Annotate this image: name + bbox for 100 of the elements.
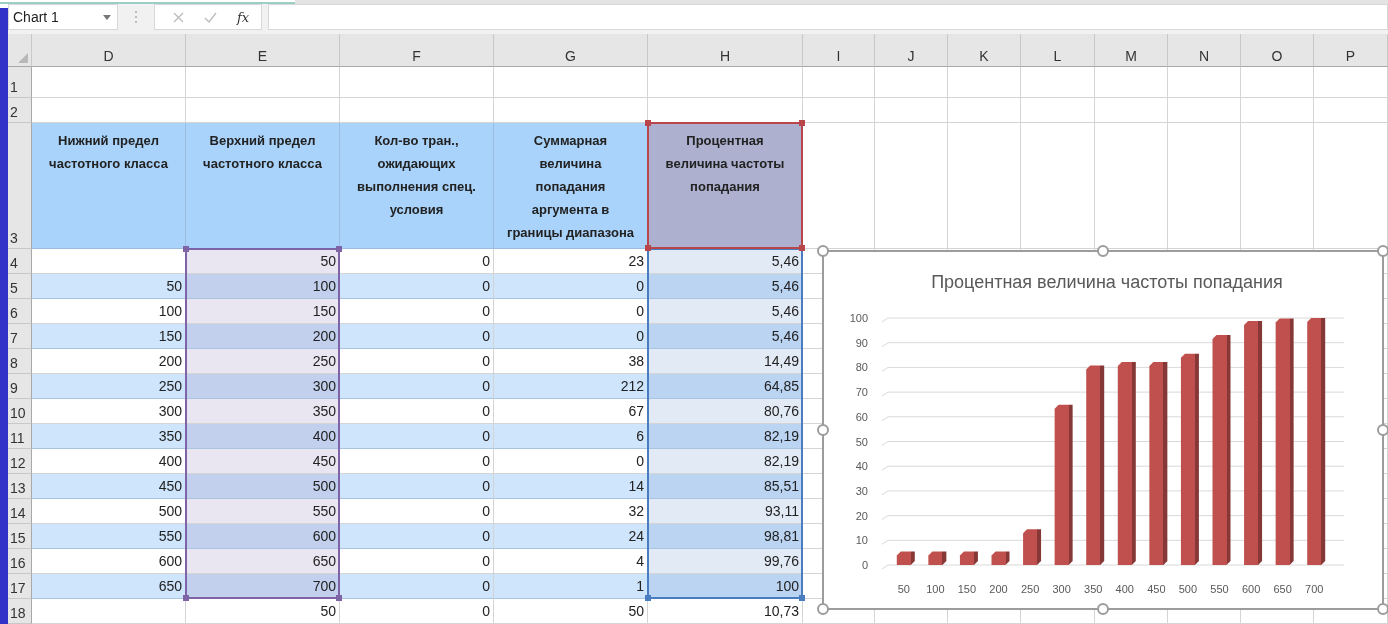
column-header[interactable]: O [1241, 34, 1314, 67]
table-cell: 300 [186, 374, 340, 399]
name-box[interactable]: Chart 1 [8, 4, 118, 30]
table-cell: 5,46 [648, 324, 803, 349]
table-cell: 212 [494, 374, 648, 399]
cancel-icon[interactable] [173, 11, 184, 23]
range-handle[interactable] [645, 245, 651, 251]
column-header[interactable]: H [648, 34, 803, 67]
axis-tick-label: 10 [855, 534, 868, 547]
bar [991, 551, 1010, 565]
axis-tick-label: 60 [855, 410, 868, 423]
dots-icon[interactable] [134, 9, 138, 25]
table-cell: 82,19 [648, 424, 803, 449]
column-header[interactable]: I [803, 34, 875, 67]
row-header[interactable]: 9 [8, 374, 32, 399]
table-cell: 350 [32, 424, 186, 449]
range-handle[interactable] [645, 595, 651, 601]
column-header[interactable]: G [494, 34, 648, 67]
row-header[interactable]: 6 [8, 299, 32, 324]
table-cell: 0 [340, 549, 494, 574]
resize-handle[interactable] [1377, 424, 1388, 436]
table-cell: 14,49 [648, 349, 803, 374]
table-cell: 93,11 [648, 499, 803, 524]
axis-tick-label: 400 [1115, 583, 1134, 595]
table-cell: 500 [186, 474, 340, 499]
column-header[interactable]: F [340, 34, 494, 67]
column-header[interactable]: N [1168, 34, 1241, 67]
axis-tick-label: 0 [861, 559, 868, 571]
row-header[interactable]: 16 [8, 549, 32, 574]
range-handle[interactable] [799, 245, 805, 251]
header-cell: Кол-во тран., ожидающих выполнения спец. условия [340, 123, 494, 249]
column-header[interactable]: D [32, 34, 186, 67]
table-cell [803, 67, 875, 98]
bar [1023, 529, 1042, 565]
range-handle[interactable] [336, 595, 342, 601]
row-header[interactable]: 18 [8, 599, 32, 624]
column-header[interactable]: J [875, 34, 948, 67]
table-cell: 0 [340, 474, 494, 499]
row-header[interactable]: 11 [8, 424, 32, 449]
formula-input[interactable] [268, 4, 1388, 30]
chart-frame[interactable]: Процентная величина частоты попадания 0 10 20 30 40 50 60 70 80 90 100 50 100 150 200 250 300 350 400 450 500 550 600 650 700 [822, 250, 1384, 610]
table-cell: 0 [340, 599, 494, 624]
table-cell: 0 [340, 274, 494, 299]
axis-tick-label: 300 [1052, 583, 1071, 595]
table-cell: 100 [186, 274, 340, 299]
axis-tick-label: 700 [1305, 583, 1324, 595]
column-header[interactable]: P [1314, 34, 1388, 67]
axis-tick-label: 600 [1241, 583, 1261, 595]
table-cell: 24 [494, 524, 648, 549]
resize-handle[interactable] [817, 245, 829, 257]
table-cell: 0 [340, 499, 494, 524]
resize-handle[interactable] [1377, 603, 1388, 615]
column-header[interactable]: K [948, 34, 1021, 67]
table-cell: 50 [494, 599, 648, 624]
table-cell: 350 [186, 399, 340, 424]
row-header[interactable]: 5 [8, 274, 32, 299]
row-header[interactable]: 17 [8, 574, 32, 599]
range-handle[interactable] [183, 246, 189, 252]
row-header[interactable]: 3 [8, 123, 32, 249]
table-cell: 0 [340, 249, 494, 274]
table-cell: 400 [186, 424, 340, 449]
row-header[interactable]: 7 [8, 324, 32, 349]
table-cell: 0 [340, 449, 494, 474]
range-handle[interactable] [799, 120, 805, 126]
row-header[interactable]: 4 [8, 249, 32, 274]
table-cell: 0 [494, 274, 648, 299]
resize-handle[interactable] [1097, 245, 1109, 257]
dropdown-caret-icon[interactable] [103, 14, 111, 20]
row-header[interactable]: 8 [8, 349, 32, 374]
column-header[interactable]: M [1095, 34, 1168, 67]
table-cell: 10,73 [648, 599, 803, 624]
check-icon[interactable] [204, 11, 217, 23]
row-header[interactable]: 2 [8, 98, 32, 123]
resize-handle[interactable] [817, 603, 829, 615]
column-header[interactable]: E [186, 34, 340, 67]
row-header[interactable]: 1 [8, 67, 32, 98]
axis-tick-label: 20 [855, 509, 868, 522]
table-cell: 450 [186, 449, 340, 474]
insert-function-button[interactable]: fx [237, 9, 250, 25]
header-cell: Нижний предел частотного класса [32, 123, 186, 249]
row-header[interactable]: 15 [8, 524, 32, 549]
range-handle[interactable] [799, 595, 805, 601]
corner-triangle-icon[interactable] [18, 53, 28, 63]
select-all-button[interactable] [8, 34, 32, 67]
table-cell: 450 [32, 474, 186, 499]
row-header[interactable]: 13 [8, 474, 32, 499]
table-cell: 650 [186, 549, 340, 574]
axis-tick-label: 250 [1020, 583, 1040, 595]
row-header[interactable]: 14 [8, 499, 32, 524]
range-handle[interactable] [645, 120, 651, 126]
table-cell: 98,81 [648, 524, 803, 549]
column-header[interactable]: L [1021, 34, 1095, 67]
axis-tick-label: 200 [989, 583, 1008, 595]
resize-handle[interactable] [1377, 245, 1388, 257]
range-handle[interactable] [336, 246, 342, 252]
row-header[interactable]: 12 [8, 449, 32, 474]
axis-tick-label: 450 [1147, 583, 1166, 595]
range-handle[interactable] [183, 595, 189, 601]
row-header[interactable]: 10 [8, 399, 32, 424]
resize-handle[interactable] [817, 424, 829, 436]
